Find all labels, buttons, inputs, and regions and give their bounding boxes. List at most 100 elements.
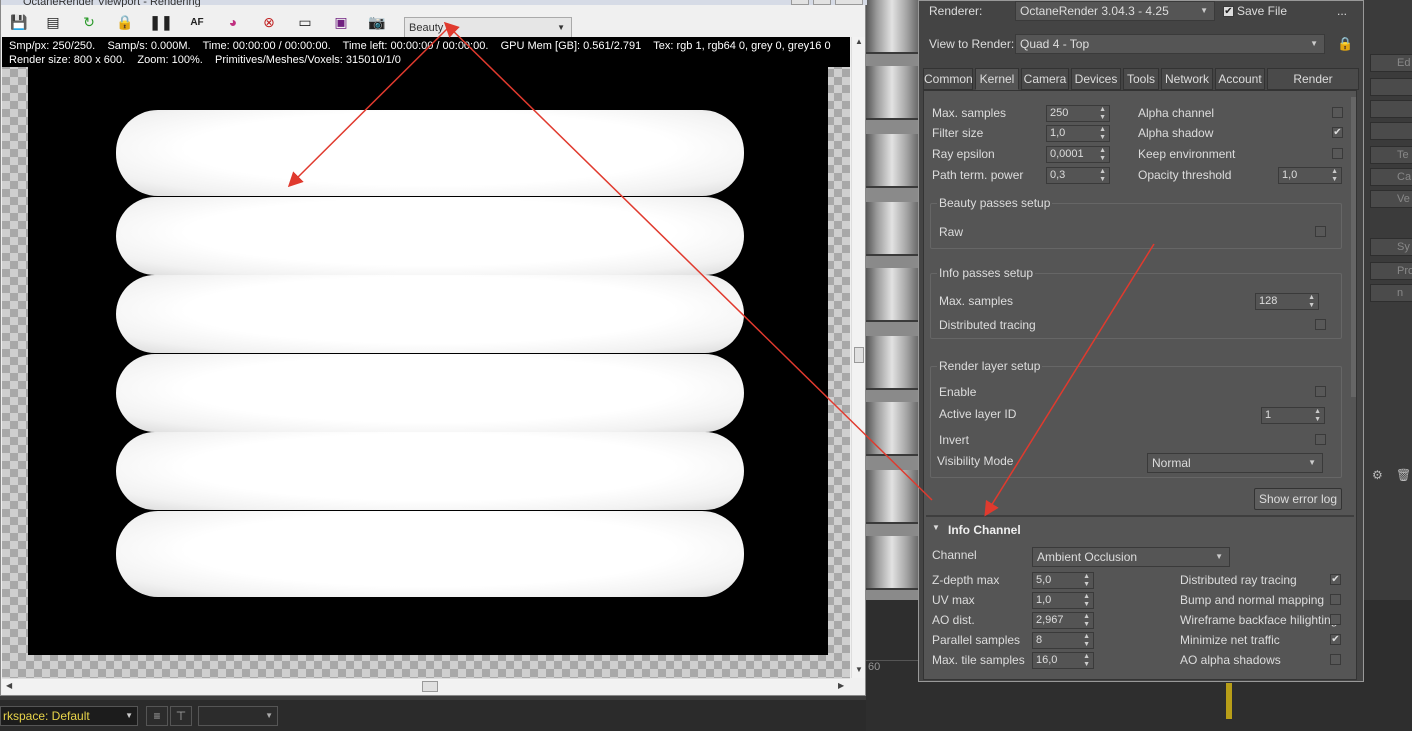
save-file-checkbox[interactable]: ✔ <box>1223 6 1234 17</box>
max-tile-samples-spinner[interactable]: 16,0 ▲ ▼ <box>1032 652 1094 669</box>
tab-common[interactable]: Common <box>923 68 973 90</box>
invert-checkbox[interactable] <box>1315 434 1326 445</box>
scroll-down-icon[interactable]: ▼ <box>855 665 863 674</box>
ao-dist-spinner[interactable]: 2,967 ▲ ▼ <box>1032 612 1094 629</box>
teapot-icon[interactable]: ⚙ <box>1372 468 1383 482</box>
spinner-arrows-icon[interactable]: ▲ ▼ <box>1083 573 1090 589</box>
tab-network[interactable]: Network <box>1161 68 1213 90</box>
tab-camera[interactable]: Camera <box>1021 68 1069 90</box>
distributed-ray-tracing-checkbox[interactable]: ✔ <box>1330 574 1341 585</box>
spinner-arrows-icon[interactable]: ▲ ▼ <box>1083 593 1090 609</box>
channel-select[interactable]: Ambient Occlusion ▼ <box>1032 547 1230 567</box>
spinner-arrows-icon[interactable]: ▲ ▼ <box>1099 168 1106 184</box>
render-viewport[interactable] <box>2 53 850 678</box>
command-panel-button[interactable] <box>1370 122 1412 140</box>
cylinder-render-strip <box>866 402 920 456</box>
region-render-icon[interactable]: ⊗ <box>260 13 278 31</box>
command-panel-button[interactable]: Ve <box>1370 190 1412 208</box>
hierarchy-icon[interactable]: ⊤ <box>170 706 192 726</box>
lock-icon[interactable]: 🔒 <box>1337 36 1353 52</box>
alpha-shadow-checkbox[interactable]: ✔ <box>1332 127 1343 138</box>
spinner-arrows-icon[interactable]: ▲ ▼ <box>1083 633 1090 649</box>
scroll-up-icon[interactable]: ▲ <box>855 37 863 46</box>
af-focus-icon[interactable]: AF <box>188 13 206 31</box>
panel-scrollbar[interactable] <box>1351 97 1356 397</box>
renderer-select[interactable]: OctaneRender 3.04.3 - 4.25 ▼ <box>1015 1 1215 21</box>
tab-render-elements[interactable]: Render Elements <box>1267 68 1359 106</box>
distributed-tracing-checkbox[interactable] <box>1315 319 1326 330</box>
rendered-capsule <box>116 354 744 432</box>
layers-icon[interactable]: ≡ <box>146 706 168 726</box>
max-samples-spinner[interactable]: 250 ▲ ▼ <box>1046 105 1110 122</box>
spinner-arrows-icon[interactable]: ▲ ▼ <box>1083 653 1090 669</box>
alpha-channel-checkbox[interactable] <box>1332 107 1343 118</box>
spinner-arrows-icon[interactable]: ▲ ▼ <box>1314 408 1321 424</box>
filter-size-spinner[interactable]: 1,0 ▲ ▼ <box>1046 125 1110 142</box>
color-picker-icon[interactable]: ◕ <box>224 13 242 31</box>
collapse-arrow-icon[interactable]: ▼ <box>932 523 940 532</box>
render-pass-select[interactable]: Beauty ▼ <box>404 17 572 39</box>
restart-render-icon[interactable]: ↻ <box>80 13 98 31</box>
parallel-samples-spinner[interactable]: 8 ▲ ▼ <box>1032 632 1094 649</box>
view-to-render-select[interactable]: Quad 4 - Top ▼ <box>1015 34 1325 54</box>
minimize-net-traffic-checkbox[interactable]: ✔ <box>1330 634 1341 645</box>
wireframe-backface-checkbox[interactable] <box>1330 614 1341 625</box>
show-error-log-button[interactable]: Show error log <box>1254 488 1342 510</box>
command-panel-button[interactable] <box>1370 78 1412 96</box>
command-panel-button[interactable]: Te <box>1370 146 1412 164</box>
close-button[interactable] <box>835 0 863 5</box>
command-panel-button[interactable] <box>1370 100 1412 118</box>
camera-icon[interactable]: 📷 <box>368 13 386 31</box>
command-panel-strip: Ed Te Ca Ve Sy Pro n ⚙ 🗑 <box>1362 0 1412 600</box>
command-panel-button[interactable]: n <box>1370 284 1412 302</box>
opacity-threshold-spinner[interactable]: 1,0 ▲ ▼ <box>1278 167 1342 184</box>
film-region-icon[interactable]: ▣ <box>332 13 350 31</box>
workspace-select[interactable]: rkspace: Default ▼ <box>0 706 138 726</box>
layer-dropdown[interactable]: ▼ <box>198 706 278 726</box>
spinner-arrows-icon[interactable]: ▲ ▼ <box>1083 613 1090 629</box>
active-layer-spinner[interactable]: 1 ▲ ▼ <box>1261 407 1325 424</box>
spinner-arrows-icon[interactable]: ▲ ▼ <box>1099 106 1106 122</box>
tab-tools[interactable]: Tools <box>1123 68 1159 90</box>
maximize-button[interactable] <box>813 0 831 5</box>
command-panel-button[interactable]: Ca <box>1370 168 1412 186</box>
spinner-arrows-icon[interactable]: ▲ ▼ <box>1099 147 1106 163</box>
info-channel-title[interactable]: Info Channel <box>948 523 1021 537</box>
path-term-power-spinner[interactable]: 0,3 ▲ ▼ <box>1046 167 1110 184</box>
save-image-icon[interactable]: 💾 <box>10 13 28 31</box>
lock-icon[interactable]: 🔒 <box>116 13 134 31</box>
chevron-down-icon: ▼ <box>125 711 133 720</box>
spinner-arrows-icon[interactable]: ▲ ▼ <box>1099 126 1106 142</box>
ray-epsilon-spinner[interactable]: 0,0001 ▲ ▼ <box>1046 146 1110 163</box>
spinner-arrows-icon[interactable]: ▲ ▼ <box>1331 168 1338 184</box>
scroll-left-icon[interactable]: ◀ <box>6 681 12 690</box>
ao-alpha-shadows-checkbox[interactable] <box>1330 654 1341 665</box>
info-max-samples-spinner[interactable]: 128 ▲ ▼ <box>1255 293 1319 310</box>
raw-checkbox[interactable] <box>1315 226 1326 237</box>
command-panel-button[interactable]: Pro <box>1370 262 1412 280</box>
scroll-right-icon[interactable]: ▶ <box>838 681 844 690</box>
tab-kernel[interactable]: Kernel <box>975 68 1019 90</box>
command-panel-button[interactable]: Sy <box>1370 238 1412 256</box>
bump-normal-mapping-checkbox[interactable] <box>1330 594 1341 605</box>
trash-icon[interactable]: 🗑 <box>1396 468 1411 482</box>
vertical-scrollbar[interactable]: ▲ ▼ <box>851 37 865 678</box>
scroll-thumb[interactable] <box>422 681 438 692</box>
viewport-icon[interactable]: ▭ <box>296 13 314 31</box>
more-options-button[interactable]: ... <box>1337 4 1347 18</box>
tab-devices[interactable]: Devices <box>1071 68 1121 90</box>
visibility-mode-select[interactable]: Normal ▼ <box>1147 453 1323 473</box>
scroll-thumb[interactable] <box>854 347 864 363</box>
uv-max-spinner[interactable]: 1,0 ▲ ▼ <box>1032 592 1094 609</box>
enable-checkbox[interactable] <box>1315 386 1326 397</box>
copy-image-icon[interactable]: ▤ <box>44 13 62 31</box>
render-statistics: Smp/px: 250/250. Samp/s: 0.000M. Time: 0… <box>2 37 850 67</box>
horizontal-scrollbar[interactable]: ◀ ▶ <box>2 678 850 694</box>
spinner-arrows-icon[interactable]: ▲ ▼ <box>1308 294 1315 310</box>
minimize-button[interactable] <box>791 0 809 5</box>
command-panel-button[interactable]: Ed <box>1370 54 1412 72</box>
keep-environment-checkbox[interactable] <box>1332 148 1343 159</box>
pause-icon[interactable]: ❚❚ <box>149 13 172 31</box>
zdepth-max-spinner[interactable]: 5,0 ▲ ▼ <box>1032 572 1094 589</box>
tab-account[interactable]: Account <box>1215 68 1265 90</box>
